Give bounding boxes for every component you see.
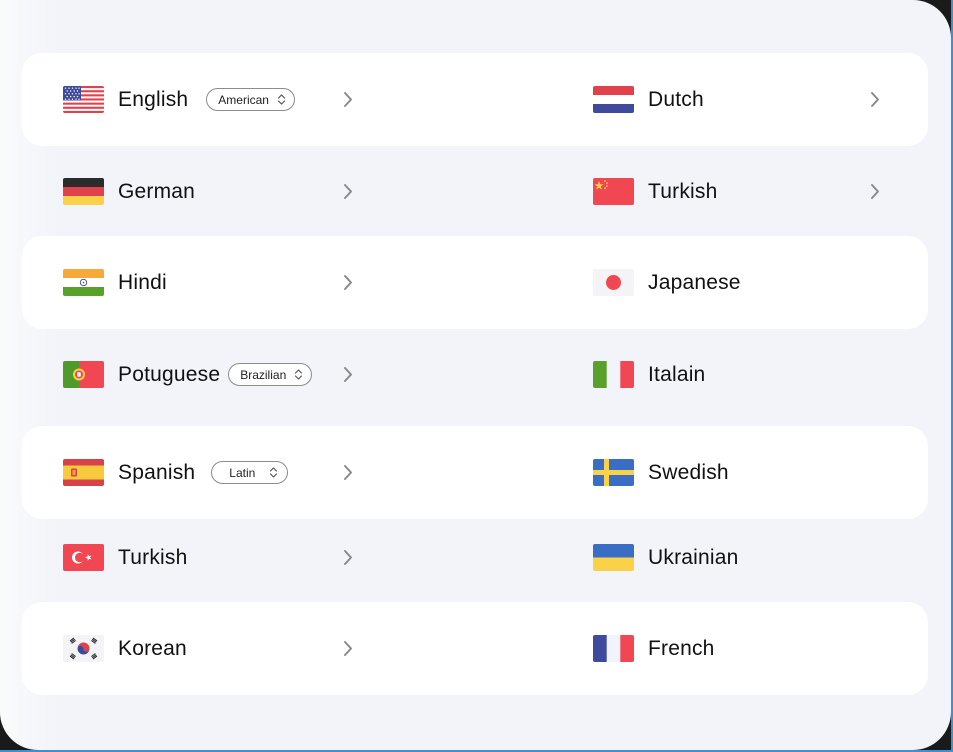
spain-flag-icon: [63, 459, 104, 486]
india-flag-icon: [63, 269, 104, 296]
language-option-korean[interactable]: Korean: [63, 602, 363, 695]
language-option-turkish-china[interactable]: Turkish: [593, 145, 893, 238]
variant-select[interactable]: Brazilian: [228, 363, 313, 386]
china-flag-icon: [593, 178, 634, 205]
language-option-hindi[interactable]: Hindi: [63, 236, 363, 329]
language-panel: English American Dutch German Turkish Hi…: [0, 0, 951, 750]
language-row: Hindi Japanese: [22, 236, 928, 329]
chevron-right-icon[interactable]: [342, 640, 354, 657]
language-name: Turkish: [118, 545, 188, 569]
chevron-right-icon[interactable]: [342, 183, 354, 200]
language-name: German: [118, 179, 196, 203]
sweden-flag-icon: [593, 459, 634, 486]
japan-flag-icon: [593, 269, 634, 296]
language-row: English American Dutch: [22, 53, 928, 146]
language-name: Japanese: [648, 270, 741, 294]
updown-chevron-icon: [277, 94, 286, 105]
netherlands-flag-icon: [593, 86, 634, 113]
italy-flag-icon: [593, 361, 634, 388]
language-name: Italain: [648, 362, 706, 386]
language-option-dutch[interactable]: Dutch: [593, 53, 893, 146]
language-option-swedish[interactable]: Swedish: [593, 426, 893, 519]
language-name: Ukrainian: [648, 545, 739, 569]
portugal-flag-icon: [63, 361, 104, 388]
language-option-german[interactable]: German: [63, 145, 363, 238]
language-option-japanese[interactable]: Japanese: [593, 236, 893, 329]
language-row: Turkish Ukrainian: [22, 511, 928, 604]
chevron-right-icon[interactable]: [869, 183, 881, 200]
language-option-spanish[interactable]: Spanish Latin: [63, 426, 363, 519]
language-row: German Turkish: [22, 145, 928, 238]
language-name: Potuguese: [118, 362, 221, 386]
language-row: Spanish Latin Swedish: [22, 426, 928, 519]
chevron-right-icon[interactable]: [342, 91, 354, 108]
updown-chevron-icon: [270, 467, 278, 478]
chevron-right-icon[interactable]: [869, 91, 881, 108]
updown-chevron-icon: [295, 369, 303, 380]
ukraine-flag-icon: [593, 544, 634, 571]
language-name: Korean: [118, 636, 187, 660]
us-flag-icon: [63, 86, 104, 113]
korea-flag-icon: [63, 635, 104, 662]
chevron-right-icon[interactable]: [342, 366, 354, 383]
variant-value: Latin: [229, 465, 256, 480]
language-row: Potuguese Brazilian Italain: [22, 328, 928, 421]
germany-flag-icon: [63, 178, 104, 205]
variant-select[interactable]: Latin: [211, 461, 289, 484]
chevron-right-icon[interactable]: [342, 549, 354, 566]
language-option-english[interactable]: English American: [63, 53, 363, 146]
language-name: Dutch: [648, 87, 704, 111]
language-name: Spanish: [118, 460, 196, 484]
language-option-italian[interactable]: Italain: [593, 328, 893, 421]
language-row: Korean French: [22, 602, 928, 695]
language-name: Swedish: [648, 460, 729, 484]
language-name: English: [118, 87, 189, 111]
language-name: French: [648, 636, 715, 660]
turkey-flag-icon: [63, 544, 104, 571]
language-name: Hindi: [118, 270, 167, 294]
france-flag-icon: [593, 635, 634, 662]
variant-value: American: [218, 92, 269, 107]
variant-value: Brazilian: [240, 367, 287, 382]
language-option-turkish[interactable]: Turkish: [63, 511, 363, 604]
language-option-ukrainian[interactable]: Ukrainian: [593, 511, 893, 604]
language-option-portuguese[interactable]: Potuguese Brazilian: [63, 328, 363, 421]
variant-select[interactable]: American: [206, 88, 295, 111]
language-option-french[interactable]: French: [593, 602, 893, 695]
chevron-right-icon[interactable]: [342, 464, 354, 481]
chevron-right-icon[interactable]: [342, 274, 354, 291]
language-name: Turkish: [648, 179, 718, 203]
